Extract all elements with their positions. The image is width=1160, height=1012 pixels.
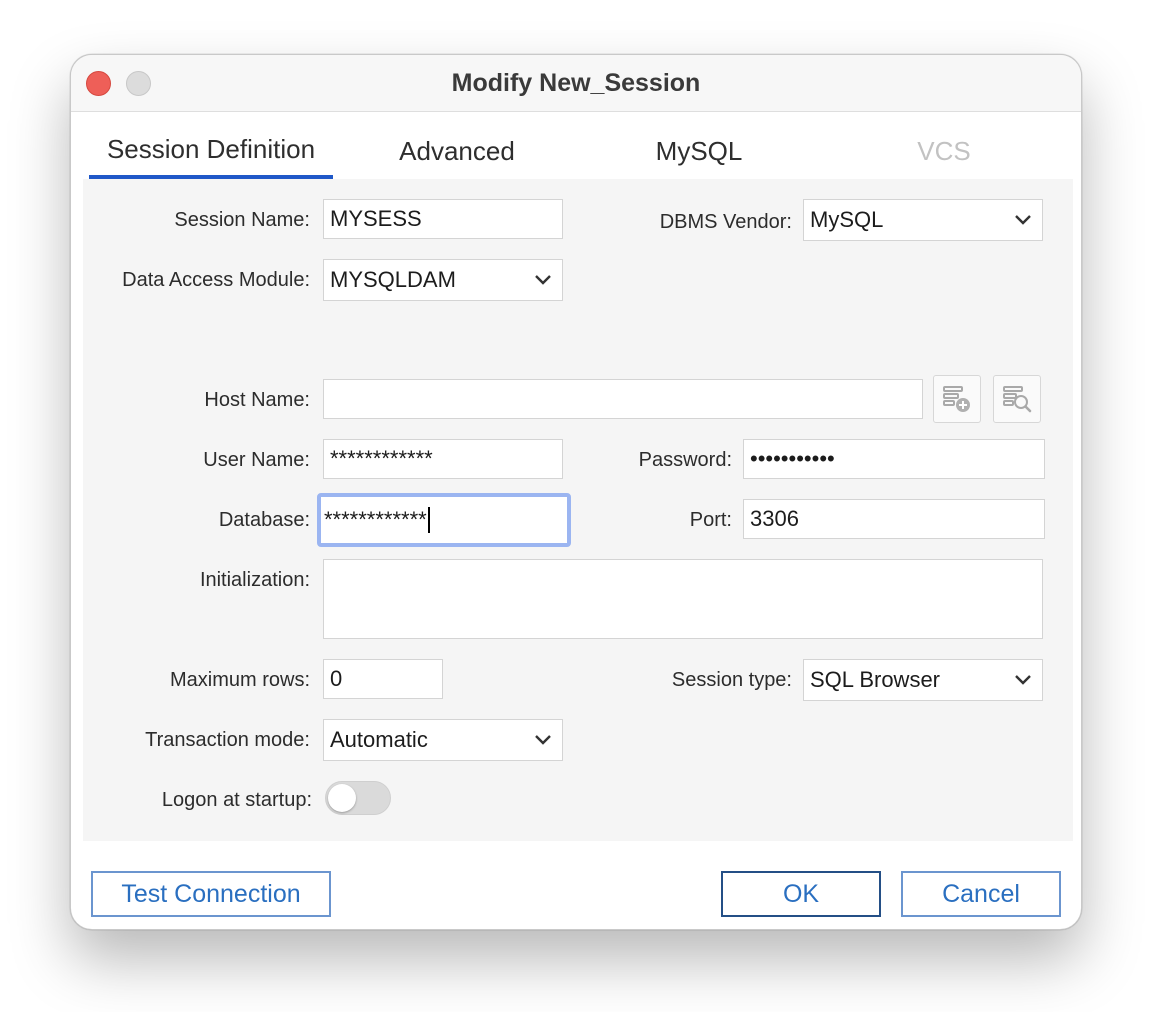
host-name-input[interactable] [323, 379, 923, 419]
dbms-vendor-value: MySQL [810, 207, 884, 232]
port-label: Port: [689, 509, 732, 531]
tab-mysql[interactable]: MySQL [609, 123, 789, 179]
maximum-rows-label: Maximum rows: [169, 669, 310, 691]
text-caret [427, 507, 430, 533]
user-name-label: User Name: [203, 449, 310, 471]
initialization-textarea[interactable] [323, 559, 1043, 639]
logon-at-startup-label: Logon at startup: [161, 789, 312, 811]
database-label: Database: [218, 509, 310, 531]
maximum-rows-input[interactable]: 0 [323, 659, 443, 699]
data-access-module-select[interactable]: MYSQLDAM [323, 259, 563, 301]
host-name-label: Host Name: [204, 389, 310, 411]
tab-advanced[interactable]: Advanced [359, 123, 555, 179]
data-access-module-value: MYSQLDAM [330, 267, 456, 292]
user-name-input[interactable]: ************ [323, 439, 563, 479]
session-definition-panel: Session Name: MYSESS DBMS Vendor: MySQL … [83, 179, 1073, 841]
database-input[interactable]: ************ [317, 493, 571, 547]
logon-at-startup-toggle[interactable] [325, 781, 391, 815]
session-type-select[interactable]: SQL Browser [803, 659, 1043, 701]
cancel-button[interactable]: Cancel [901, 871, 1061, 917]
session-type-value: SQL Browser [810, 667, 941, 692]
ok-button[interactable]: OK [721, 871, 881, 917]
tab-bar: Session Definition Advanced MySQL VCS [89, 123, 1073, 179]
session-name-input[interactable]: MYSESS [323, 199, 563, 239]
dbms-vendor-select[interactable]: MySQL [803, 199, 1043, 241]
database-add-icon [943, 386, 970, 412]
chevron-down-icon [1015, 215, 1031, 225]
session-name-label: Session Name: [174, 209, 310, 231]
title-bar: Modify New_Session [71, 55, 1081, 112]
chevron-down-icon [1015, 675, 1031, 685]
database-search-icon [1003, 386, 1032, 413]
modify-session-dialog: Modify New_Session Session Definition Ad… [70, 54, 1082, 930]
add-host-button[interactable] [933, 375, 981, 423]
data-access-module-label: Data Access Module: [122, 269, 310, 291]
dbms-vendor-label: DBMS Vendor: [659, 211, 792, 233]
test-connection-button[interactable]: Test Connection [91, 871, 331, 917]
tab-session-definition[interactable]: Session Definition [89, 123, 333, 179]
initialization-label: Initialization: [199, 569, 310, 591]
transaction-mode-label: Transaction mode: [145, 729, 310, 751]
database-value: ************ [324, 507, 427, 532]
chevron-down-icon [535, 275, 551, 285]
port-input[interactable]: 3306 [743, 499, 1045, 539]
toggle-knob [328, 784, 356, 812]
transaction-mode-select[interactable]: Automatic [323, 719, 563, 761]
password-label: Password: [638, 449, 732, 471]
browse-host-button[interactable] [993, 375, 1041, 423]
tab-vcs: VCS [917, 135, 971, 166]
chevron-down-icon [535, 735, 551, 745]
transaction-mode-value: Automatic [330, 727, 428, 752]
session-type-label: Session type: [671, 669, 792, 691]
window-title: Modify New_Session [451, 69, 701, 97]
password-input[interactable]: ••••••••••• [743, 439, 1045, 479]
